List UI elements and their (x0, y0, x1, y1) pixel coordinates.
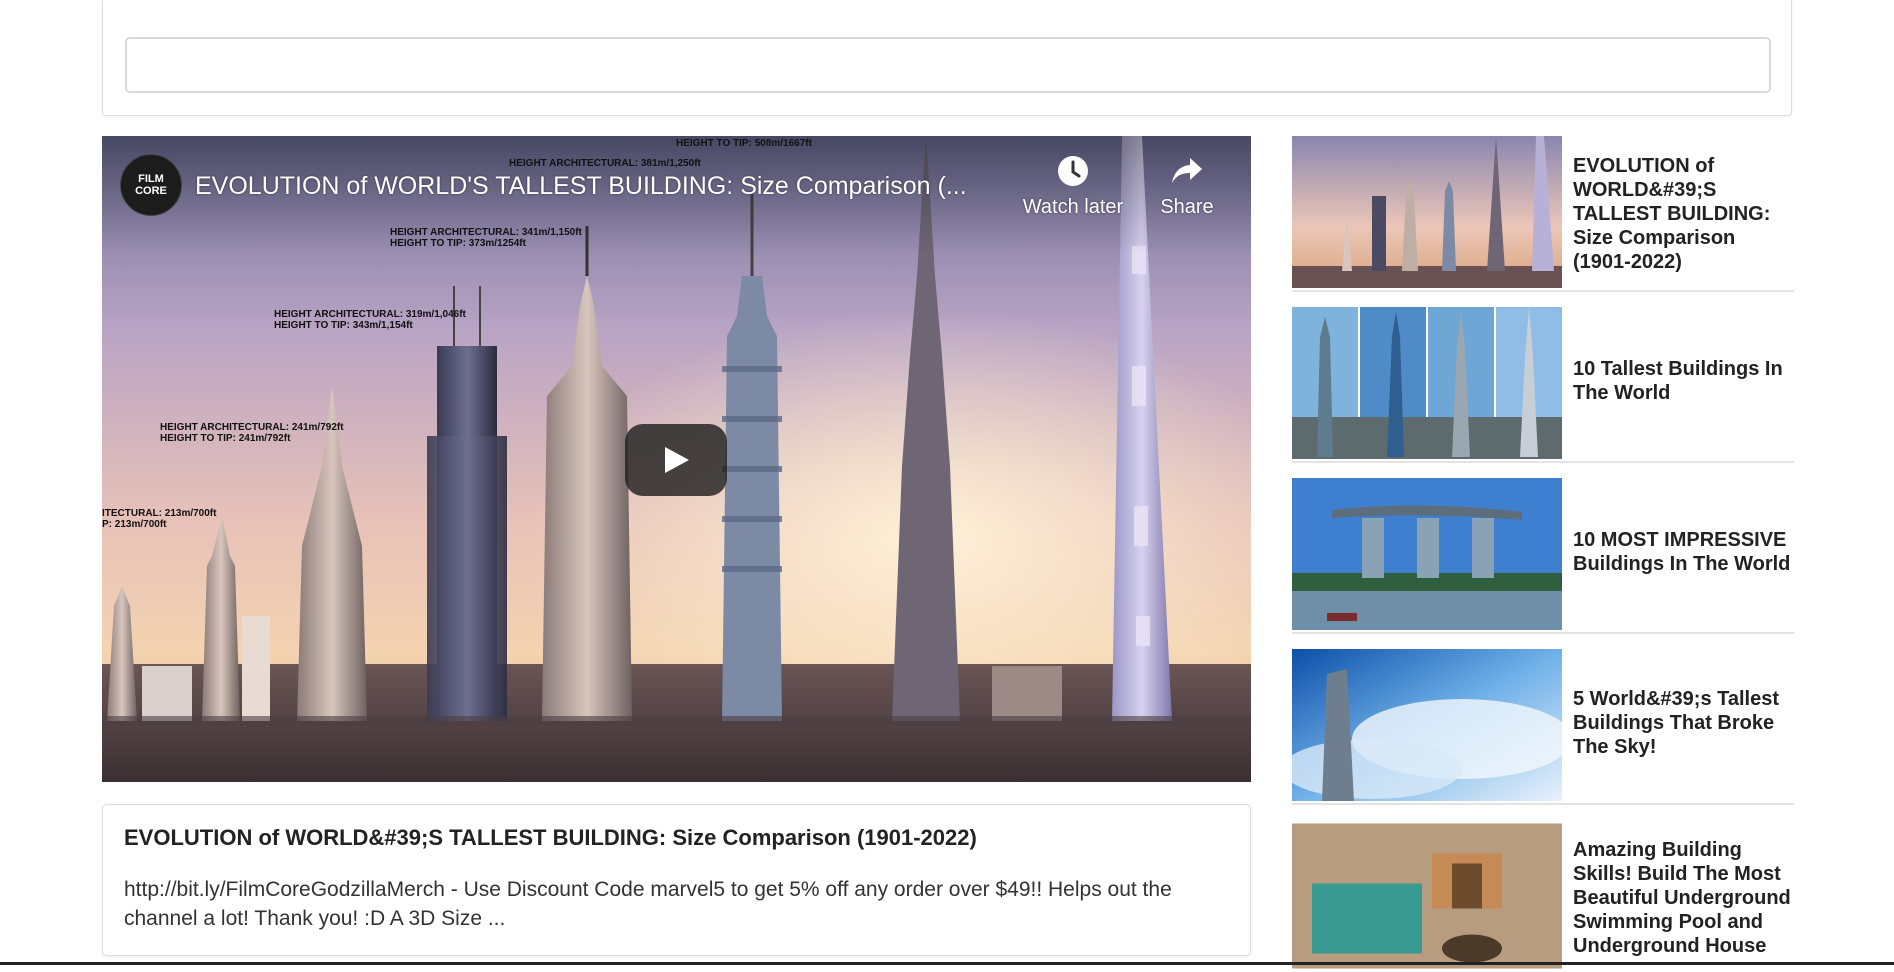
related-video-item[interactable]: EVOLUTION of WORLD&#39;S TALLEST BUILDIN… (1292, 136, 1794, 292)
related-video-thumbnail (1292, 649, 1562, 801)
watch-later-label: Watch later (1022, 196, 1124, 218)
related-video-thumbnail (1292, 823, 1562, 969)
related-video-item[interactable]: 5 World&#39;s Tallest Buildings That Bro… (1292, 649, 1794, 805)
height-tag: HEIGHT ARCHITECTURAL: 241m/792ft (160, 422, 344, 433)
share-button[interactable]: Share (1142, 154, 1232, 219)
video-title-link[interactable]: EVOLUTION of WORLD'S TALLEST BUILDING: S… (195, 172, 1015, 201)
share-arrow-icon (1172, 158, 1202, 183)
related-video-item[interactable]: 10 Tallest Buildings In The World (1292, 307, 1794, 463)
related-video-thumbnail (1292, 307, 1562, 459)
related-video-item[interactable]: 10 MOST IMPRESSIVE Buildings In The Worl… (1292, 478, 1794, 634)
height-tag: HEIGHT TO TIP: 343m/1,154ft (274, 320, 413, 331)
search-card (102, 0, 1792, 116)
description-title: EVOLUTION of WORLD&#39;S TALLEST BUILDIN… (124, 825, 977, 850)
play-button[interactable] (625, 424, 727, 496)
video-description-card: EVOLUTION of WORLD&#39;S TALLEST BUILDIN… (102, 804, 1251, 956)
clock-icon (1058, 156, 1088, 186)
related-video-title: Amazing Building Skills! Build The Most … (1573, 839, 1791, 957)
height-tag: HEIGHT ARCHITECTURAL: 381m/1,250ft (509, 158, 701, 169)
description-text: http://bit.ly/FilmCoreGodzillaMerch - Us… (124, 878, 1172, 930)
related-video-title: 10 Tallest Buildings In The World (1573, 358, 1783, 404)
share-label: Share (1160, 196, 1214, 218)
height-tag: HEIGHT ARCHITECTURAL: 319m/1,046ft (274, 309, 466, 320)
height-tag: HEIGHT TO TIP: 508m/1667ft (676, 138, 812, 149)
height-tag: HEIGHT TO TIP: 241m/792ft (160, 433, 291, 444)
channel-avatar[interactable]: FILM CORE (120, 154, 182, 216)
height-tag: HEIGHT TO TIP: 373m/1254ft (390, 238, 526, 249)
watch-later-button[interactable]: Watch later (1008, 154, 1138, 219)
related-video-thumbnail (1292, 478, 1562, 630)
related-video-title: EVOLUTION of WORLD&#39;S TALLEST BUILDIN… (1573, 155, 1771, 273)
height-tag: ITECTURAL: 213m/700ft (102, 508, 217, 519)
related-video-item[interactable]: Amazing Building Skills! Build The Most … (1292, 820, 1794, 969)
channel-logo-text: FILM CORE (135, 173, 167, 197)
play-icon (665, 447, 689, 473)
video-player[interactable]: HEIGHT TO TIP: 508m/1667ft HEIGHT ARCHIT… (102, 136, 1251, 782)
related-video-thumbnail (1292, 136, 1562, 288)
related-video-title: 10 MOST IMPRESSIVE Buildings In The Worl… (1573, 529, 1791, 575)
height-tag: HEIGHT ARCHITECTURAL: 341m/1,150ft (390, 227, 582, 238)
search-input[interactable] (125, 37, 1771, 93)
related-video-title: 5 World&#39;s Tallest Buildings That Bro… (1573, 688, 1779, 758)
height-tag: P: 213m/700ft (102, 519, 167, 530)
